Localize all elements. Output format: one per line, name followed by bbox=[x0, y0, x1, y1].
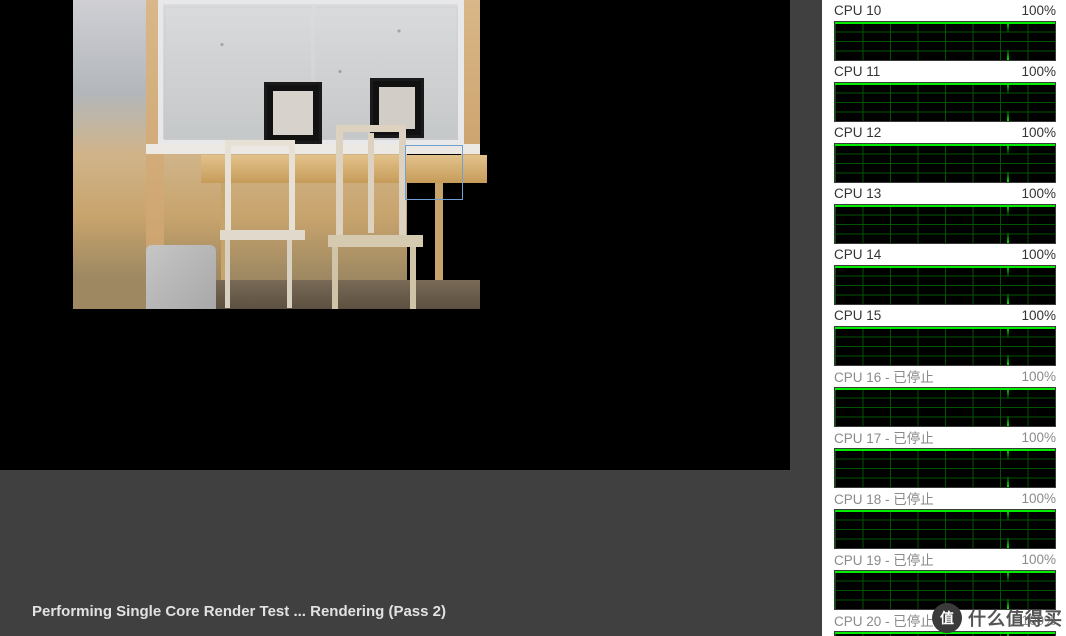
cpu-row: CPU 17 - 已停止 100% bbox=[822, 427, 1066, 488]
cpu-percent: 100% bbox=[1021, 369, 1056, 384]
cpu-header: CPU 19 - 已停止 100% bbox=[834, 549, 1056, 569]
cpu-label: CPU 13 bbox=[834, 186, 881, 201]
cpu-percent: 100% bbox=[1021, 3, 1056, 18]
cpu-label: CPU 20 - 已停止 bbox=[834, 610, 934, 630]
cpu-row: CPU 12 100% bbox=[822, 122, 1066, 183]
cpu-label: CPU 16 - 已停止 bbox=[834, 366, 934, 386]
watermark-badge: 值 bbox=[932, 603, 962, 633]
cpu-row: CPU 16 - 已停止 100% bbox=[822, 366, 1066, 427]
cpu-percent: 100% bbox=[1021, 186, 1056, 201]
cpu-row: CPU 13 100% bbox=[822, 183, 1066, 244]
cpu-graph bbox=[834, 82, 1056, 122]
cpu-row: CPU 11 100% bbox=[822, 61, 1066, 122]
cpu-header: CPU 13 100% bbox=[834, 183, 1056, 203]
cpu-percent: 100% bbox=[1021, 64, 1056, 79]
cpu-label: CPU 17 - 已停止 bbox=[834, 427, 934, 447]
cpu-row: CPU 10 100% bbox=[822, 0, 1066, 61]
cpu-label: CPU 12 bbox=[834, 125, 881, 140]
cpu-label: CPU 11 bbox=[834, 64, 880, 79]
cpu-percent: 100% bbox=[1021, 491, 1056, 506]
cpu-label: CPU 10 bbox=[834, 3, 881, 18]
watermark-text: 什么值得买 bbox=[968, 605, 1063, 631]
cpu-header: CPU 16 - 已停止 100% bbox=[834, 366, 1056, 386]
cpu-label: CPU 14 bbox=[834, 247, 881, 262]
benchmark-pane: Performing Single Core Render Test ... R… bbox=[0, 0, 822, 636]
cpu-percent: 100% bbox=[1021, 308, 1056, 323]
cpu-header: CPU 18 - 已停止 100% bbox=[834, 488, 1056, 508]
cpu-percent: 100% bbox=[1021, 247, 1056, 262]
cpu-graph bbox=[834, 21, 1056, 61]
status-bar: Performing Single Core Render Test ... R… bbox=[0, 470, 822, 636]
cpu-percent: 100% bbox=[1021, 552, 1056, 567]
cpu-header: CPU 12 100% bbox=[834, 122, 1056, 142]
cpu-header: CPU 17 - 已停止 100% bbox=[834, 427, 1056, 447]
cpu-percent: 100% bbox=[1021, 430, 1056, 445]
cpu-graph bbox=[834, 326, 1056, 366]
cpu-label: CPU 19 - 已停止 bbox=[834, 549, 934, 569]
cpu-label: CPU 15 bbox=[834, 308, 881, 323]
cpu-header: CPU 11 100% bbox=[834, 61, 1056, 81]
cpu-graph bbox=[834, 204, 1056, 244]
cpu-header: CPU 10 100% bbox=[834, 0, 1056, 20]
cpu-row: CPU 15 100% bbox=[822, 305, 1066, 366]
cpu-row: CPU 18 - 已停止 100% bbox=[822, 488, 1066, 549]
cpu-row: CPU 19 - 已停止 100% bbox=[822, 549, 1066, 610]
cpu-graph bbox=[834, 509, 1056, 549]
render-viewport bbox=[0, 0, 790, 470]
cpu-monitor-pane: CPU 10 100% CPU 11 100% CPU 12 100% CPU 13 100%… bbox=[822, 0, 1066, 636]
watermark: 值 什么值得买 bbox=[932, 603, 1063, 633]
cpu-row: CPU 14 100% bbox=[822, 244, 1066, 305]
render-output-image bbox=[73, 0, 407, 309]
cpu-list: CPU 10 100% CPU 11 100% CPU 12 100% CPU 13 100%… bbox=[822, 0, 1066, 636]
cpu-header: CPU 14 100% bbox=[834, 244, 1056, 264]
render-tile-cursor bbox=[405, 145, 463, 200]
cpu-graph bbox=[834, 265, 1056, 305]
cpu-graph bbox=[834, 448, 1056, 488]
cpu-graph bbox=[834, 387, 1056, 427]
cpu-graph bbox=[834, 143, 1056, 183]
status-text: Performing Single Core Render Test ... R… bbox=[32, 603, 446, 620]
cpu-header: CPU 15 100% bbox=[834, 305, 1056, 325]
cpu-label: CPU 18 - 已停止 bbox=[834, 488, 934, 508]
cpu-percent: 100% bbox=[1021, 125, 1056, 140]
